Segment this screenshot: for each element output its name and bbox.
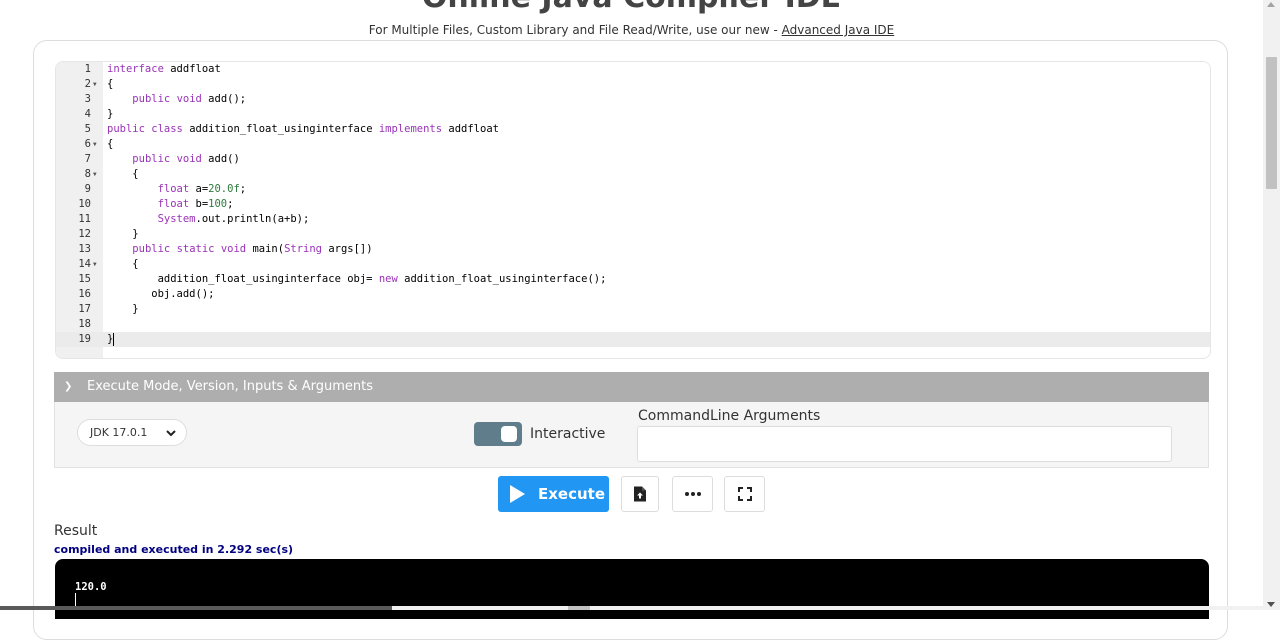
page-title: Online Java Compiler IDE [0, 0, 1263, 15]
more-dots-icon [684, 492, 701, 496]
horizontal-scrollbar-segment [568, 606, 590, 610]
result-status: compiled and executed in 2.292 sec(s) [54, 543, 294, 556]
code-line[interactable]: 7 public void add() [56, 152, 1210, 167]
code-text: { [107, 138, 114, 150]
text-cursor [113, 332, 115, 346]
terminal-cursor [75, 593, 76, 606]
execute-button[interactable]: Execute [498, 476, 609, 512]
chevron-down-icon [166, 420, 176, 448]
line-number: 10 [78, 198, 91, 210]
code-text: public void add(); [132, 93, 247, 105]
code-text: float b=100; [157, 198, 234, 210]
file-upload-icon [634, 486, 646, 502]
code-editor[interactable]: 1 interface addfloat 2 ▼{3 public void add(… [55, 61, 1211, 359]
code-text: addition_float_usinginterface obj= new a… [107, 273, 607, 285]
code-line[interactable]: 5 public class addition_float_usinginterf… [56, 122, 1210, 137]
code-text: { [107, 78, 114, 90]
code-text: float a=20.0f; [157, 183, 247, 195]
line-number: 3 [84, 93, 91, 105]
execute-button-label: Execute [538, 485, 606, 503]
code-line[interactable]: 17 } [56, 302, 1210, 317]
code-line[interactable]: 12 } [56, 227, 1210, 242]
execute-options-label: Execute Mode, Version, Inputs & Argument… [87, 379, 373, 394]
code-line[interactable]: 16 obj.add(); [56, 287, 1210, 302]
code-line[interactable]: 1 interface addfloat [56, 62, 1210, 77]
line-number: 1 [84, 63, 91, 75]
line-number: 2 [84, 78, 91, 90]
code-line[interactable]: 14 ▼ { [56, 257, 1210, 272]
fullscreen-button[interactable] [724, 476, 765, 512]
interactive-label: Interactive [530, 426, 606, 442]
line-number: 4 [84, 108, 91, 120]
code-text: interface addfloat [107, 63, 221, 75]
horizontal-scrollbar[interactable] [0, 606, 1263, 610]
code-text: System.out.println(a+b); [157, 213, 310, 225]
line-number: 9 [84, 183, 91, 195]
jdk-version-select[interactable]: JDK 17.0.1 [77, 419, 187, 446]
play-icon [510, 485, 525, 503]
code-text: } [107, 228, 139, 240]
code-text: { [107, 168, 139, 180]
advanced-ide-link[interactable]: Advanced Java IDE [782, 23, 895, 37]
output-terminal[interactable]: 120.0 [55, 559, 1209, 619]
code-line[interactable]: 6 ▼ { [56, 137, 1210, 152]
code-text: public static void main(String args[]) [132, 243, 373, 255]
code-line[interactable]: 10 float b=100; [56, 197, 1210, 212]
line-number: 8 [84, 168, 91, 180]
code-line[interactable]: 11 System.out.println(a+b); [56, 212, 1210, 227]
fold-arrow-icon[interactable]: ▼ [93, 137, 97, 152]
code-text: public void add() [132, 153, 240, 165]
line-number: 6 [84, 138, 91, 150]
code-text: } [107, 108, 114, 120]
code-text: { [107, 258, 139, 270]
subtitle-text: For Multiple Files, Custom Library and F… [368, 23, 782, 37]
code-text: } [107, 332, 115, 346]
fullscreen-icon [737, 487, 752, 501]
line-number: 14 [78, 258, 91, 270]
toggle-knob [501, 426, 517, 442]
jdk-version-value: JDK 17.0.1 [90, 426, 148, 439]
line-number: 19 [78, 333, 91, 345]
line-number: 16 [78, 288, 91, 300]
horizontal-scrollbar-thumb[interactable] [0, 606, 392, 610]
line-number: 15 [78, 273, 91, 285]
more-options-button[interactable] [672, 476, 713, 512]
code-line[interactable]: 9 float a=20.0f; [56, 182, 1210, 197]
file-upload-button[interactable] [621, 476, 659, 512]
line-number: 7 [84, 153, 91, 165]
code-line[interactable]: 4} [56, 107, 1210, 122]
code-line[interactable]: 15 addition_float_usinginterface obj= ne… [56, 272, 1210, 287]
line-number: 17 [78, 303, 91, 315]
code-line[interactable]: 8 ▼ { [56, 167, 1210, 182]
code-line[interactable]: 19} [56, 332, 1210, 347]
scroll-down-icon[interactable] [1267, 602, 1275, 607]
code-line[interactable]: 13 public static void main(String args[]… [56, 242, 1210, 257]
chevron-down-icon: ❯ [64, 381, 73, 392]
output-text: 120.0 [75, 581, 107, 593]
cmd-args-input[interactable] [637, 426, 1172, 462]
vertical-scrollbar[interactable] [1263, 0, 1280, 610]
subtitle: For Multiple Files, Custom Library and F… [0, 23, 1263, 37]
result-label: Result [54, 523, 98, 539]
code-text: } [107, 303, 139, 315]
cmd-args-label: CommandLine Arguments [638, 408, 821, 424]
scroll-up-icon[interactable] [1267, 2, 1275, 7]
interactive-toggle[interactable] [474, 422, 522, 446]
code-line[interactable]: 3 public void add(); [56, 92, 1210, 107]
editor-lines: 1 interface addfloat 2 ▼{3 public void add(… [56, 62, 1210, 347]
fold-arrow-icon[interactable]: ▼ [93, 77, 97, 92]
line-number: 11 [78, 213, 91, 225]
execute-options-header[interactable]: ❯ Execute Mode, Version, Inputs & Argume… [54, 372, 1209, 402]
code-text: obj.add(); [107, 288, 215, 300]
code-text: public class addition_float_usinginterfa… [107, 123, 499, 135]
line-number: 12 [78, 228, 91, 240]
fold-arrow-icon[interactable]: ▼ [93, 257, 97, 272]
fold-arrow-icon[interactable]: ▼ [93, 167, 97, 182]
code-line[interactable]: 2 ▼ { [56, 77, 1210, 92]
line-number: 18 [78, 318, 91, 330]
line-number: 13 [78, 243, 91, 255]
line-number: 5 [84, 123, 91, 135]
code-line[interactable]: 18 [56, 317, 1210, 332]
scrollbar-thumb[interactable] [1266, 57, 1277, 189]
